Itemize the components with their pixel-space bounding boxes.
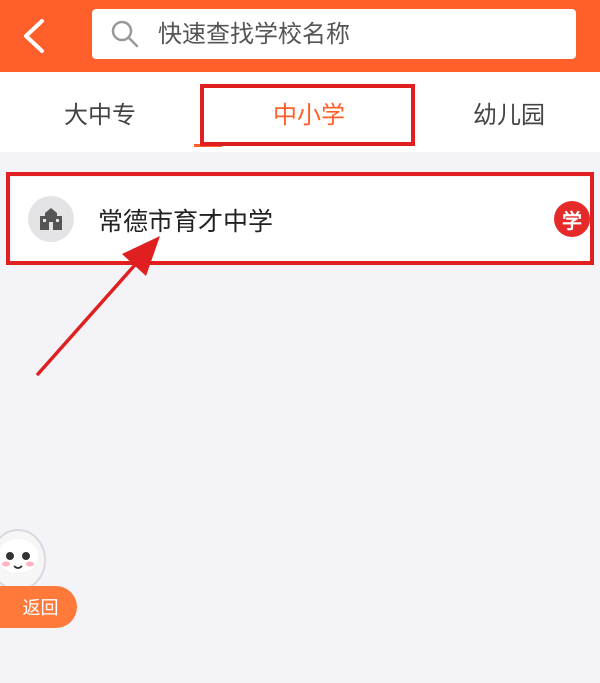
school-name: 常德市育才中学 — [98, 206, 274, 236]
header-bar — [0, 0, 600, 72]
chevron-left-icon — [24, 19, 44, 53]
tab-vocational[interactable]: 大中专 — [0, 72, 200, 152]
back-button[interactable] — [8, 10, 60, 62]
school-list: 常德市育才中学 学 — [0, 152, 600, 683]
return-button[interactable]: 返回 — [0, 586, 77, 628]
category-tabs: 大中专 中小学 幼儿园 — [0, 72, 600, 152]
search-input[interactable] — [156, 19, 540, 49]
search-box[interactable] — [92, 9, 576, 59]
tab-kindergarten[interactable]: 幼儿园 — [418, 72, 600, 152]
active-tab-indicator — [194, 144, 222, 147]
list-item[interactable]: 常德市育才中学 学 — [12, 177, 592, 262]
school-building-icon — [28, 196, 74, 242]
school-type-badge: 学 — [554, 201, 590, 237]
search-icon — [110, 19, 140, 49]
tab-primary-secondary[interactable]: 中小学 — [200, 72, 418, 152]
